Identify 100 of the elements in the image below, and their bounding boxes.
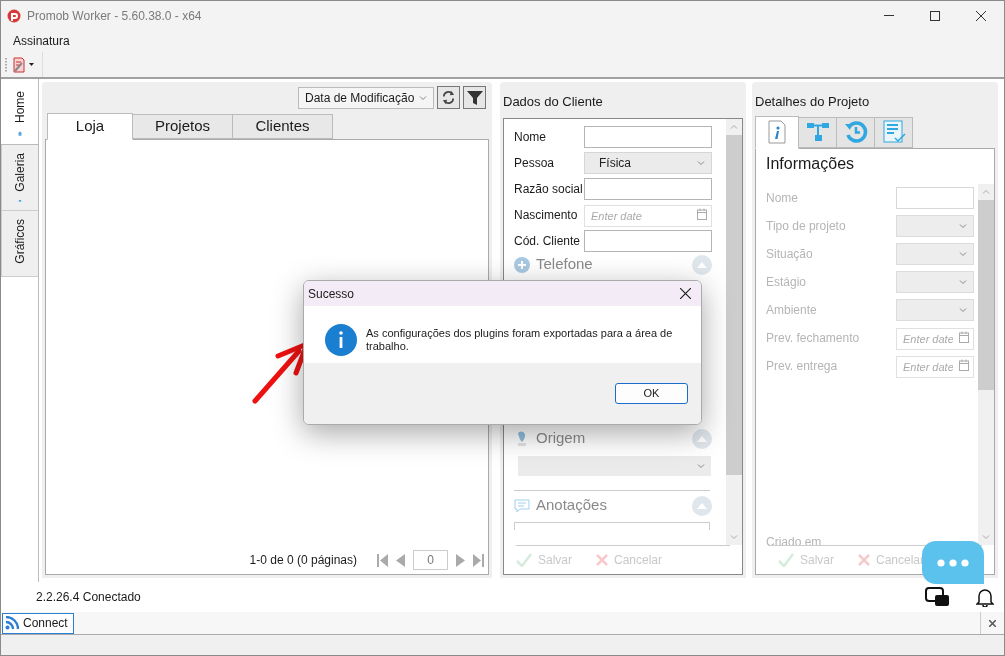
collapse-button[interactable] [692, 428, 712, 449]
tab[interactable]: Loja [47, 113, 133, 140]
document-wrench-icon [11, 56, 27, 73]
minimize-icon [884, 15, 894, 16]
scroll-down-icon[interactable] [982, 533, 990, 541]
calendar-icon[interactable] [959, 330, 969, 343]
history-icon [843, 120, 868, 144]
icon-tab[interactable] [874, 116, 913, 148]
input-field[interactable] [584, 177, 712, 200]
input-field[interactable] [514, 521, 710, 530]
field-label: Nascimento [514, 206, 579, 224]
chevron-down-icon [959, 305, 967, 314]
close-icon [976, 10, 986, 21]
refresh-button[interactable] [437, 86, 460, 109]
status-text: 2.2.26.4 Conectado [36, 589, 141, 606]
close-icon [596, 554, 608, 566]
dropdown[interactable] [896, 214, 974, 237]
hierarchy-icon [805, 122, 830, 142]
ok-button[interactable]: OK [615, 383, 688, 404]
last-page-icon[interactable] [473, 553, 484, 567]
chevron-up-icon [697, 435, 707, 442]
chevron-down-icon [697, 461, 705, 470]
comment-icon [514, 497, 530, 514]
chevron-down-icon [697, 158, 705, 167]
filter-icon [466, 89, 483, 106]
chevron-down-icon [959, 249, 967, 258]
panel-title: Dados do Cliente [503, 93, 604, 111]
plus-circle-icon [514, 256, 530, 273]
chevron-up-icon [697, 261, 707, 268]
collapse-button[interactable] [692, 495, 712, 516]
dialog-title: Sucesso [308, 285, 355, 303]
refresh-icon [441, 90, 456, 105]
rss-icon [5, 616, 19, 630]
window-title: Promob Worker - 5.60.38.0 - x64 [27, 7, 202, 25]
export-dropdown-button[interactable] [11, 56, 34, 73]
info-icon [325, 324, 357, 356]
field-label: Ambiente [766, 301, 817, 319]
field-label: Prev. fechamento [766, 329, 860, 347]
page-field[interactable]: 0 [413, 550, 448, 570]
connect-button[interactable]: Connect [2, 612, 74, 634]
chevron-down-icon [419, 93, 427, 102]
section-title: Origem [536, 428, 586, 449]
field-label: Razão social [514, 180, 584, 198]
pager-summary: 1-0 de 0 (0 páginas) [249, 552, 357, 569]
maximize-icon [930, 10, 940, 21]
dropdown[interactable] [896, 298, 974, 321]
calendar-icon[interactable] [697, 207, 707, 220]
sort-dropdown[interactable]: Data de Modificação [298, 86, 434, 109]
tab[interactable]: Projetos [132, 114, 233, 139]
field-label: Nome [766, 189, 798, 207]
field-label: Pessoa [514, 154, 556, 172]
icon-tab[interactable] [755, 115, 799, 149]
check-icon [778, 553, 794, 567]
dropdown[interactable] [896, 242, 974, 265]
field-label: Estágio [766, 273, 807, 291]
close-icon [989, 619, 996, 627]
next-page-icon[interactable] [456, 553, 465, 567]
field-label: Prev. entrega [766, 357, 838, 375]
scrollbar-thumb[interactable] [978, 199, 994, 390]
section-title: Anotações [536, 495, 607, 516]
field-label: Situação [766, 245, 813, 263]
scrollbar-thumb[interactable] [726, 134, 742, 475]
scroll-up-icon[interactable] [730, 122, 738, 131]
chevron-up-icon [697, 502, 707, 509]
icon-tab[interactable] [798, 116, 837, 148]
filter-button[interactable] [463, 86, 486, 109]
chevron-down-icon [959, 221, 967, 230]
section-title: Telefone [536, 254, 593, 275]
side-tab[interactable]: Galeria [1, 145, 38, 211]
dropdown[interactable] [518, 455, 711, 476]
dropdown[interactable]: Física [584, 151, 712, 174]
previous-page-icon[interactable] [396, 553, 405, 567]
icon-tab[interactable] [836, 116, 875, 148]
close-icon [858, 554, 870, 566]
chevron-down-icon [959, 277, 967, 286]
input-field[interactable] [584, 229, 712, 252]
side-tab[interactable]: Gráficos [1, 211, 38, 277]
tab[interactable]: Clientes [232, 114, 333, 139]
section-heading: Informações [766, 153, 856, 174]
date-field[interactable]: Enter date [584, 204, 712, 227]
menu-item[interactable]: Assinatura [9, 32, 74, 50]
checklist-icon [881, 120, 906, 144]
input-field[interactable] [584, 125, 712, 148]
screens-icon[interactable] [925, 587, 950, 607]
more-dots-icon [937, 558, 969, 567]
scroll-down-icon[interactable] [730, 533, 738, 541]
field-label: Tipo de projeto [766, 217, 846, 235]
app-logo-icon [7, 8, 21, 23]
input-field[interactable] [896, 186, 974, 209]
collapse-button[interactable] [692, 254, 712, 275]
check-icon [516, 553, 532, 567]
close-icon [679, 288, 691, 299]
caret-icon [29, 63, 34, 66]
bell-icon[interactable] [976, 587, 994, 607]
first-page-icon[interactable] [377, 553, 388, 567]
calendar-icon[interactable] [959, 358, 969, 371]
dropdown[interactable] [896, 270, 974, 293]
field-label: Cód. Cliente [514, 232, 582, 250]
scroll-up-icon[interactable] [982, 187, 990, 196]
info-icon [767, 120, 787, 144]
